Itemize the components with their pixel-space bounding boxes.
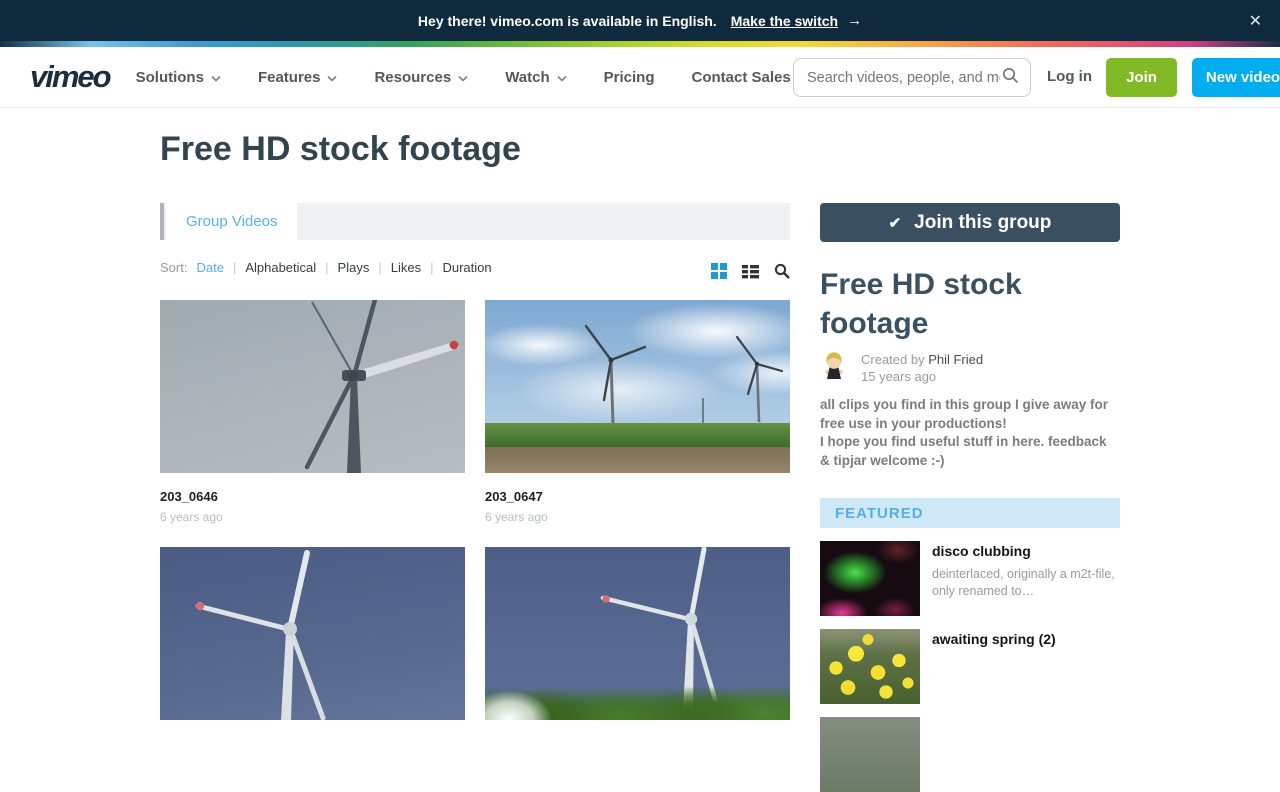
tab-bar-edge	[160, 203, 164, 240]
join-group-button[interactable]: ✔ Join this group	[820, 203, 1120, 242]
list-view-icon[interactable]	[742, 264, 759, 279]
nav-item-solutions[interactable]: Solutions	[136, 69, 221, 86]
grid-view-icon[interactable]	[711, 263, 727, 279]
chevron-down-icon	[211, 69, 221, 86]
video-grid: 203_0646 6 years ago 203_0647 6 years ag…	[160, 300, 790, 720]
chevron-down-icon	[557, 69, 567, 86]
video-title[interactable]: 203_0647	[485, 489, 790, 504]
join-button[interactable]: Join	[1106, 58, 1177, 97]
navbar: vimeo Solutions Features Resources Watch…	[0, 47, 1280, 108]
search-icon[interactable]	[1002, 67, 1019, 89]
group-title: Free HD stock footage	[820, 265, 1080, 343]
featured-thumbnail[interactable]	[820, 717, 920, 792]
group-sidebar: ✔ Join this group Free HD stock footage …	[820, 203, 1120, 720]
divider	[325, 260, 328, 275]
video-age: 6 years ago	[160, 510, 465, 524]
video-title[interactable]: 203_0646	[160, 489, 465, 504]
page-title: Free HD stock footage	[160, 130, 521, 169]
creator-link[interactable]: Phil Fried	[928, 352, 983, 367]
video-thumbnail-turbine-trees[interactable]	[485, 547, 790, 720]
featured-thumbnail-daffodils[interactable]	[820, 629, 920, 704]
divider	[430, 260, 433, 275]
login-link[interactable]: Log in	[1047, 68, 1092, 85]
search-input[interactable]	[805, 69, 1002, 87]
featured-thumbnail-disco[interactable]	[820, 541, 920, 616]
sort-option-plays[interactable]: Plays	[338, 260, 370, 275]
video-thumbnail-wind-turbine-closeup[interactable]	[160, 300, 465, 473]
nav-item-resources[interactable]: Resources	[374, 69, 468, 86]
treeline	[485, 686, 790, 720]
featured-item[interactable]	[820, 717, 920, 792]
language-banner: Hey there! vimeo.com is available in Eng…	[0, 0, 1280, 41]
sort-label: Sort:	[160, 260, 187, 275]
check-icon: ✔	[889, 214, 902, 232]
divider	[233, 260, 236, 275]
featured-item-text: disco clubbing deinterlaced, originally …	[932, 541, 1120, 616]
group-age: 15 years ago	[861, 369, 936, 384]
new-video-button[interactable]: New video	[1192, 58, 1280, 97]
make-the-switch-link[interactable]: Make the switch	[731, 13, 838, 29]
close-icon[interactable]: ✕	[1249, 11, 1262, 31]
video-card[interactable]: 203_0646 6 years ago	[160, 300, 465, 524]
sort-option-alphabetical[interactable]: Alphabetical	[245, 260, 316, 275]
view-controls	[711, 255, 790, 279]
divider	[378, 260, 381, 275]
sort-option-likes[interactable]: Likes	[391, 260, 421, 275]
group-description: all clips you find in this group I give …	[820, 396, 1120, 470]
nav-item-features[interactable]: Features	[258, 69, 338, 86]
sort-option-duration[interactable]: Duration	[442, 260, 491, 275]
featured-description: deinterlaced, originally a m2t-file, onl…	[932, 566, 1120, 600]
video-age: 6 years ago	[485, 510, 790, 524]
green-field	[485, 423, 790, 447]
video-card[interactable]	[160, 547, 465, 720]
dirt-foreground	[485, 447, 790, 473]
chevron-down-icon	[327, 69, 337, 86]
featured-header: FEATURED	[820, 498, 1120, 528]
nav-item-pricing[interactable]: Pricing	[604, 69, 655, 86]
creator-info: Created by Phil Fried 15 years ago	[861, 351, 983, 385]
nav-item-watch[interactable]: Watch	[505, 69, 566, 86]
nav-item-contact-sales[interactable]: Contact Sales	[692, 69, 791, 86]
sort-row: Sort: Date Alphabetical Plays Likes Dura…	[160, 256, 790, 278]
featured-title[interactable]: awaiting spring (2)	[932, 631, 1120, 647]
nav-menu: Solutions Features Resources Watch Prici…	[136, 69, 791, 86]
featured-item[interactable]: disco clubbing deinterlaced, originally …	[820, 541, 1120, 616]
arrow-right-icon: →	[847, 12, 862, 29]
chevron-down-icon	[458, 69, 468, 86]
featured-title[interactable]: disco clubbing	[932, 543, 1120, 559]
vimeo-logo[interactable]: vimeo	[30, 59, 110, 95]
tab-group-videos[interactable]: Group Videos	[166, 203, 297, 240]
featured-item[interactable]: awaiting spring (2)	[820, 629, 1120, 704]
tab-bar: Group Videos	[160, 203, 790, 240]
created-by-label: Created by	[861, 352, 928, 367]
featured-item-text: awaiting spring (2)	[932, 629, 1120, 704]
avatar[interactable]	[820, 351, 848, 379]
video-card[interactable]	[485, 547, 790, 720]
creator-row: Created by Phil Fried 15 years ago	[820, 351, 983, 385]
video-card[interactable]: 203_0647 6 years ago	[485, 300, 790, 524]
search-icon[interactable]	[774, 263, 790, 279]
banner-message: Hey there! vimeo.com is available in Eng…	[418, 13, 717, 29]
search-box	[793, 58, 1031, 97]
video-thumbnail-turbine-blue-sky[interactable]	[160, 547, 465, 720]
sort-option-date[interactable]: Date	[196, 260, 223, 275]
video-thumbnail-turbines-field[interactable]	[485, 300, 790, 473]
